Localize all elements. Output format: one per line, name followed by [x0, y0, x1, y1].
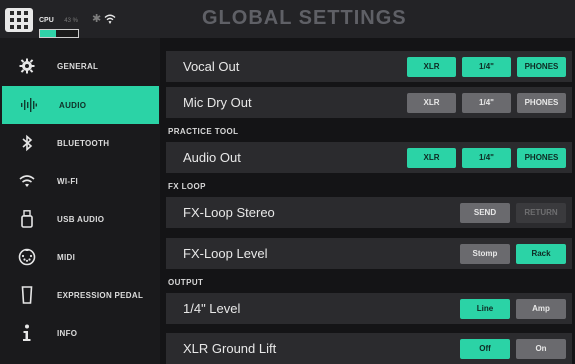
sidebar-item-audio[interactable]: AUDIO	[2, 86, 159, 124]
ground-lift-off-button[interactable]: Off	[460, 338, 510, 359]
sidebar-item-label: INFO	[57, 328, 78, 338]
page-title: GLOBAL SETTINGS	[202, 7, 407, 29]
phones-button[interactable]: PHONES	[517, 92, 566, 113]
row-label: FX-Loop Stereo	[183, 205, 275, 220]
sidebar-item-expression-pedal[interactable]: EXPRESSION PEDAL	[0, 276, 160, 314]
row-fx-loop-level: FX-Loop Level Stomp Rack	[166, 238, 572, 269]
section-practice-tool: PRACTICE TOOL	[168, 127, 239, 136]
cpu-label: CPU	[39, 17, 54, 24]
row-vocal-out: Vocal Out XLR 1/4" PHONES	[166, 51, 572, 82]
cpu-percent: 43 %	[64, 18, 78, 24]
sidebar-item-midi[interactable]: MIDI	[0, 238, 160, 276]
quarter-inch-button[interactable]: 1/4"	[462, 147, 511, 168]
line-button[interactable]: Line	[460, 298, 510, 319]
wifi-icon	[104, 14, 116, 24]
row-mic-dry-out: Mic Dry Out XLR 1/4" PHONES	[166, 87, 572, 118]
waveform-icon	[18, 94, 40, 116]
section-fx-loop: FX LOOP	[168, 182, 206, 191]
sidebar-item-label: GENERAL	[57, 61, 99, 71]
usb-icon	[16, 208, 38, 230]
info-icon	[16, 322, 38, 344]
sidebar-item-label: WI-FI	[57, 176, 79, 186]
cpu-bar	[39, 29, 79, 38]
row-fx-loop-stereo: FX-Loop Stereo SEND RETURN	[166, 197, 572, 228]
gear-icon	[16, 55, 38, 77]
xlr-button[interactable]: XLR	[407, 92, 456, 113]
bluetooth-icon	[16, 132, 38, 154]
sidebar-item-label: BLUETOOTH	[57, 138, 110, 148]
ground-lift-on-button[interactable]: On	[516, 338, 566, 359]
sidebar-item-bluetooth[interactable]: BLUETOOTH	[0, 124, 160, 162]
pedal-icon	[16, 284, 38, 306]
row-label: FX-Loop Level	[183, 246, 268, 261]
row-label: Audio Out	[183, 150, 241, 165]
top-bar: CPU 43 % ✱ GLOBAL SETTINGS	[0, 0, 575, 38]
sidebar-item-label: MIDI	[57, 252, 76, 262]
sidebar-item-usb-audio[interactable]: USB AUDIO	[0, 200, 160, 238]
xlr-button[interactable]: XLR	[407, 147, 456, 168]
row-label: Mic Dry Out	[183, 95, 252, 110]
cpu-bar-fill	[40, 30, 57, 37]
cpu-meter: CPU 43 %	[39, 9, 81, 38]
sidebar-item-wifi[interactable]: WI-FI	[0, 162, 160, 200]
amp-button[interactable]: Amp	[516, 298, 566, 319]
row-quarter-inch-level: 1/4" Level Line Amp	[166, 293, 572, 324]
quarter-inch-button[interactable]: 1/4"	[462, 92, 511, 113]
xlr-button[interactable]: XLR	[407, 56, 456, 77]
row-label: 1/4" Level	[183, 301, 241, 316]
phones-button[interactable]: PHONES	[517, 147, 566, 168]
section-output: OUTPUT	[168, 278, 204, 287]
row-label: XLR Ground Lift	[183, 341, 277, 356]
apps-grid-icon[interactable]	[5, 8, 33, 32]
sidebar: GENERAL AUDIO BLUETOOTH WI-FI USB AUDIO …	[0, 38, 160, 364]
row-audio-out: Audio Out XLR 1/4" PHONES	[166, 142, 572, 173]
sidebar-item-label: AUDIO	[59, 100, 87, 110]
sidebar-item-general[interactable]: GENERAL	[0, 47, 160, 85]
phones-button[interactable]: PHONES	[517, 56, 566, 77]
sidebar-item-label: USB AUDIO	[57, 214, 105, 224]
quarter-inch-button[interactable]: 1/4"	[462, 56, 511, 77]
sidebar-item-label: EXPRESSION PEDAL	[57, 290, 144, 300]
stomp-button[interactable]: Stomp	[460, 243, 510, 264]
row-label: Vocal Out	[183, 59, 240, 74]
rack-button[interactable]: Rack	[516, 243, 566, 264]
midi-icon	[16, 246, 38, 268]
sidebar-item-info[interactable]: INFO	[0, 314, 160, 352]
send-button[interactable]: SEND	[460, 202, 510, 223]
return-button[interactable]: RETURN	[516, 202, 566, 223]
row-xlr-ground-lift: XLR Ground Lift Off On	[166, 333, 572, 364]
wifi-icon	[16, 170, 38, 192]
bluetooth-icon: ✱	[92, 13, 102, 25]
settings-panel: Vocal Out XLR 1/4" PHONES Mic Dry Out XL…	[160, 38, 575, 364]
